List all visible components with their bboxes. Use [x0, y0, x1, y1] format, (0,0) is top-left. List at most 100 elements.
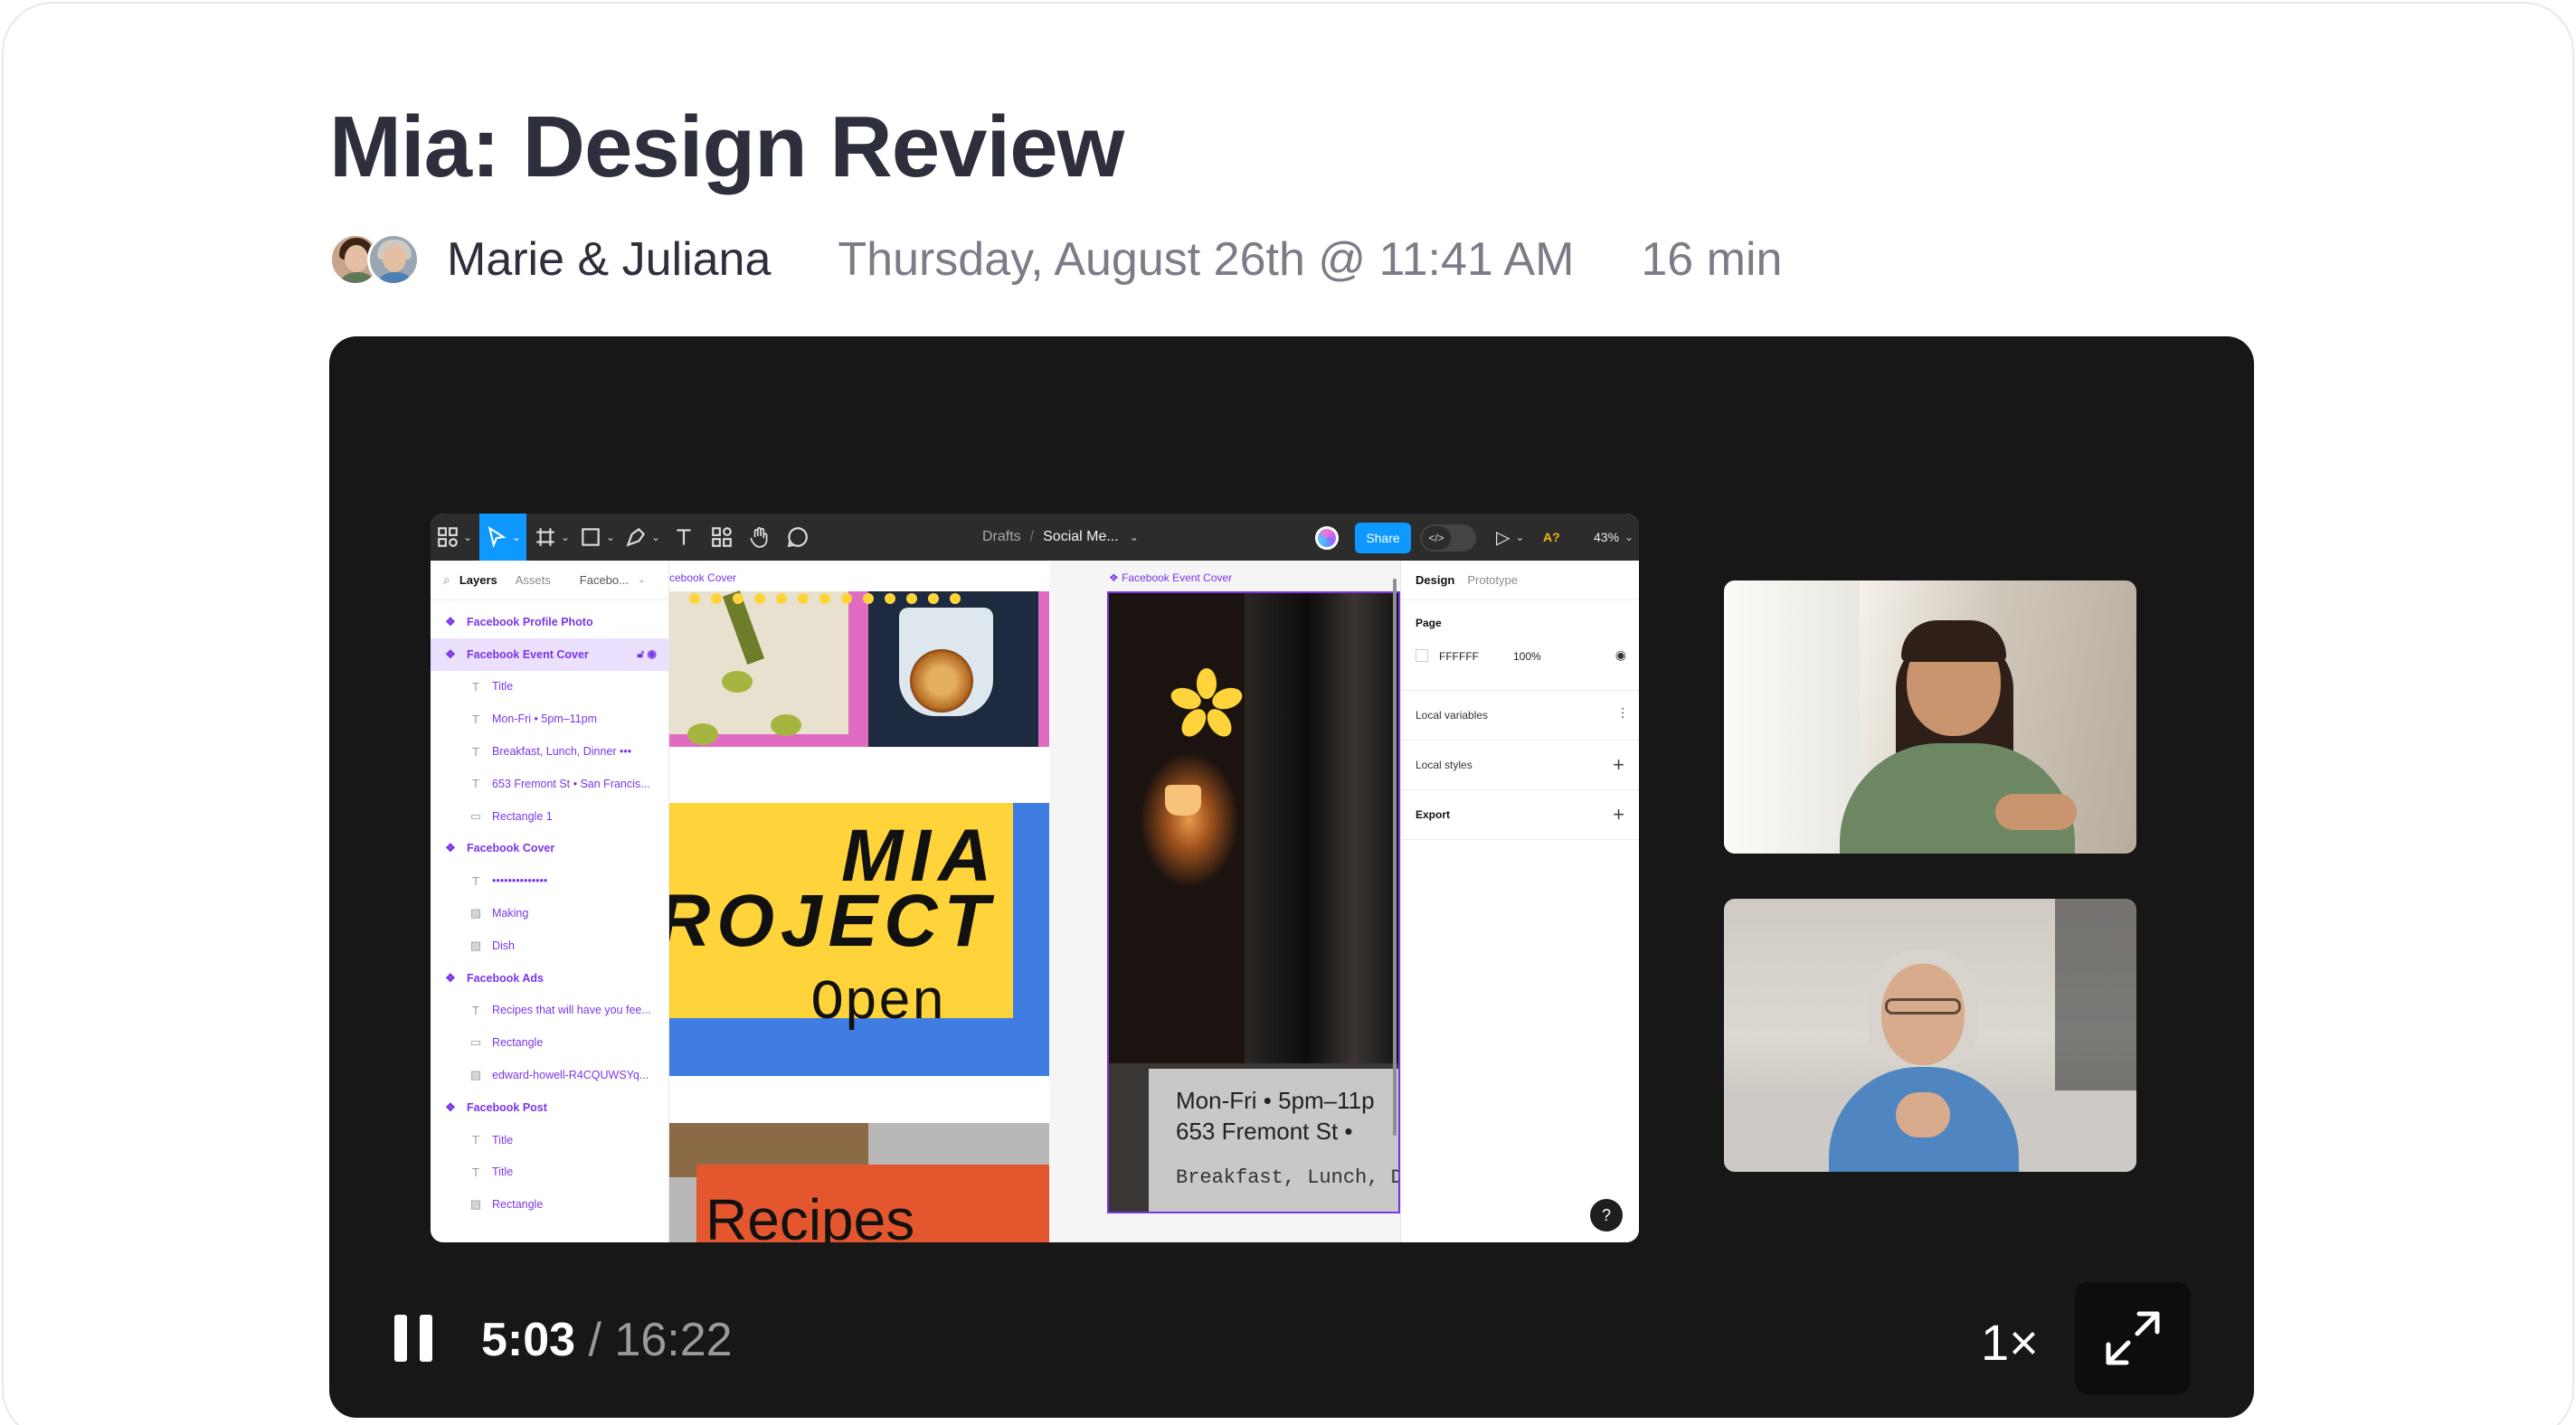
participant-video-juliana — [1724, 899, 2136, 1172]
page-section-title: Page — [1416, 617, 1442, 629]
layer-item[interactable]: T Recipes that will have you fee... — [431, 995, 669, 1027]
layer-label: edward-howell-R4CQUWSYq... — [492, 1069, 649, 1082]
plus-icon[interactable]: + — [1613, 803, 1624, 826]
layer-label: Recipes that will have you fee... — [492, 1004, 651, 1017]
meeting-duration: 16 min — [1641, 233, 1783, 286]
pause-button[interactable] — [394, 1315, 434, 1362]
search-icon[interactable]: ⌕ — [443, 572, 450, 588]
layer-item[interactable]: T Mon-Fri • 5pm–11pm — [431, 703, 669, 735]
layer-item[interactable]: T •••••••••••••• — [431, 864, 669, 897]
component-icon: ❖ — [445, 614, 456, 628]
layer-item[interactable]: T Title — [431, 1124, 669, 1156]
shape-tool-icon[interactable]: ⌄ — [577, 514, 617, 561]
help-button[interactable]: ? — [1590, 1199, 1623, 1232]
chevron-down-icon[interactable]: ⌄ — [1130, 531, 1139, 543]
file-breadcrumb[interactable]: Drafts / Social Me... ⌄ — [982, 514, 1139, 561]
mia-project-cover: MIA ROJECT Open — [669, 803, 1049, 1076]
sliders-icon[interactable]: ⫶ — [1621, 707, 1624, 723]
layer-item[interactable]: ▨ edward-howell-R4CQUWSYq... — [431, 1059, 669, 1091]
frame-label[interactable]: cebook Cover — [669, 571, 736, 584]
tab-assets[interactable]: Assets — [516, 573, 551, 587]
page-opacity-value[interactable]: 100% — [1513, 650, 1541, 663]
tab-design[interactable]: Design — [1416, 573, 1454, 587]
dev-mode-toggle[interactable]: </> — [1420, 524, 1476, 552]
layer-item[interactable]: ❖ Facebook Post — [431, 1091, 669, 1124]
layers-panel-tabs: ⌕ Layers Assets Facebo... ⌄ — [431, 561, 669, 600]
cover-title-line-2: ROJECT — [669, 880, 996, 962]
plus-icon[interactable]: + — [1613, 753, 1624, 777]
layer-label: 653 Fremont St • San Francis... — [492, 777, 650, 790]
event-meals-text: Breakfast, Lunch, D — [1176, 1166, 1400, 1189]
text-icon: T — [472, 744, 479, 759]
text-tool-icon[interactable] — [668, 514, 700, 561]
layer-list: ❖ Facebook Profile Photo ❖ Facebook Event C… — [431, 606, 669, 1221]
share-button[interactable]: Share — [1355, 523, 1411, 553]
frame-label[interactable]: ❖ Facebook Event Cover — [1109, 571, 1232, 584]
tab-layers[interactable]: Layers — [459, 573, 497, 587]
layer-item[interactable]: ▨ Making — [431, 897, 669, 930]
code-icon: </> — [1422, 526, 1451, 550]
layer-label: Title — [492, 680, 514, 694]
canvas-scrollbar[interactable] — [1393, 579, 1397, 1136]
text-icon: T — [472, 1165, 479, 1179]
figma-toolbar: ⌄ ⌄ ⌄ ⌄ ⌄ Drafts / Social Me... ⌄ Share … — [431, 514, 1639, 561]
olive-oil-image — [669, 590, 868, 747]
layer-item[interactable]: T Title — [431, 1156, 669, 1189]
local-styles-row[interactable]: Local styles + — [1401, 741, 1639, 790]
user-avatar[interactable] — [1315, 526, 1339, 550]
local-variables-row[interactable]: Local variables ⫶ — [1401, 691, 1639, 741]
layer-item[interactable]: ▨ Rectangle — [431, 1188, 669, 1221]
meeting-meta: Marie & Juliana Thursday, August 26th @ … — [329, 230, 1782, 289]
tab-prototype[interactable]: Prototype — [1467, 573, 1518, 587]
layer-item[interactable]: ❖ Facebook Event Cover 🔓︎ ◉ — [431, 637, 669, 671]
lock-visibility-icon[interactable]: 🔓︎ ◉ — [637, 647, 657, 661]
layer-label: Rectangle 1 — [492, 809, 553, 823]
layers-panel: ⌕ Layers Assets Facebo... ⌄ ❖ Facebook Pr… — [431, 561, 669, 1242]
move-tool-icon[interactable]: ⌄ — [479, 514, 526, 561]
participant-video-marie — [1724, 580, 2136, 854]
rect-icon: ▭ — [469, 1035, 482, 1050]
flower-logo-icon — [1170, 668, 1243, 737]
text-icon: T — [472, 1003, 479, 1017]
breadcrumb-file-name[interactable]: Social Me... — [1043, 529, 1119, 545]
frame-tool-icon[interactable]: ⌄ — [532, 514, 572, 561]
event-cover-frame[interactable]: Mon-Fri • 5pm–11p 653 Fremont St • Break… — [1107, 591, 1400, 1213]
page-selector[interactable]: Facebo... — [580, 573, 629, 587]
resources-tool-icon[interactable] — [706, 514, 738, 561]
layer-label: Facebook Post — [467, 1100, 547, 1114]
layer-item[interactable]: ▨ Dish — [431, 930, 669, 962]
component-icon: ❖ — [445, 646, 456, 661]
export-row[interactable]: Export + — [1401, 790, 1639, 840]
figma-menu-icon[interactable]: ⌄ — [434, 514, 474, 561]
accessibility-button[interactable]: A? — [1543, 514, 1560, 561]
layer-label: Title — [492, 1165, 514, 1179]
present-play-icon[interactable]: ▷ ⌄ — [1496, 514, 1524, 561]
layer-item[interactable]: T Title — [431, 671, 669, 703]
page-color-swatch[interactable] — [1416, 649, 1428, 662]
cover-title-line-3: Open — [810, 971, 945, 1035]
zoom-dropdown[interactable]: 43% ⌄ — [1594, 514, 1634, 561]
layer-item[interactable]: T Breakfast, Lunch, Dinner ••• — [431, 735, 669, 768]
recording-card: Mia: Design Review Marie & Juliana Thurs… — [2, 2, 2574, 1425]
rect-icon: ▭ — [469, 808, 482, 823]
text-icon: T — [472, 777, 479, 791]
chevron-down-icon[interactable]: ⌄ — [638, 575, 645, 585]
breadcrumb-drafts[interactable]: Drafts — [982, 529, 1021, 545]
hand-tool-icon[interactable] — [743, 514, 776, 561]
layer-item[interactable]: ❖ Facebook Cover — [431, 833, 669, 865]
fullscreen-button[interactable] — [2075, 1282, 2191, 1394]
eye-icon[interactable]: ◉ — [1615, 647, 1626, 663]
pen-tool-icon[interactable]: ⌄ — [622, 514, 662, 561]
comment-tool-icon[interactable] — [781, 514, 814, 561]
design-canvas[interactable]: cebook Cover MIA ROJECT Open Recipes ❖ F… — [669, 561, 1400, 1242]
layer-item[interactable]: ▭ Rectangle 1 — [431, 800, 669, 833]
layer-item[interactable]: ▭ Rectangle — [431, 1026, 669, 1059]
pause-icon — [394, 1315, 407, 1362]
video-player[interactable]: ⌄ ⌄ ⌄ ⌄ ⌄ Drafts / Social Me... ⌄ Share … — [329, 336, 2254, 1418]
layer-item[interactable]: ❖ Facebook Profile Photo — [431, 606, 669, 638]
page-color-value[interactable]: FFFFFF — [1439, 650, 1479, 663]
layer-item[interactable]: ❖ Facebook Ads — [431, 962, 669, 995]
layer-item[interactable]: T 653 Fremont St • San Francis... — [431, 768, 669, 800]
playback-speed-button[interactable]: 1× — [1981, 1313, 2039, 1372]
image-icon: ▨ — [469, 906, 482, 920]
